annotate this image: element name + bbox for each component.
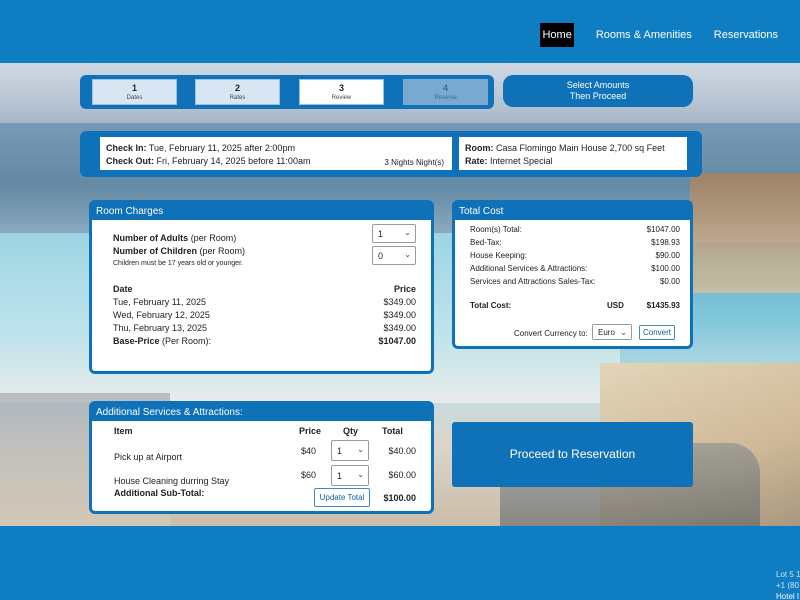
- charge-row-date: Thu, February 13, 2025: [113, 323, 208, 333]
- cost-row: Bed-Tax: $198.93: [470, 238, 680, 247]
- footer: Lot 5 1 +1 (80 Hotel I: [0, 526, 800, 600]
- cost-row: Additional Services & Attractions: $100.0…: [470, 264, 680, 273]
- additional-services-panel: Additional Services & Attractions: Item …: [89, 401, 434, 514]
- total-cost-row: Total Cost: USD $1435.93: [470, 301, 680, 310]
- footer-contact: Lot 5 1 +1 (80 Hotel I: [776, 570, 800, 600]
- update-total-button[interactable]: Update Total: [314, 488, 370, 507]
- cost-row: Room(s) Total: $1047.00: [470, 225, 680, 234]
- step-dates[interactable]: 1 Dates: [92, 79, 177, 105]
- step-review[interactable]: 3 Review: [299, 79, 384, 105]
- top-bar: Home Rooms & Amenities Reservations: [0, 0, 800, 63]
- chevron-down-icon: ⌄: [357, 445, 364, 454]
- nav-home[interactable]: Home: [540, 23, 574, 47]
- service-price: $60: [301, 470, 317, 480]
- stay-dates-box: Check In: Tue, February 11, 2025 after 2…: [100, 137, 452, 170]
- total-cost-panel: Total Cost Room(s) Total: $1047.00 Bed-Ta…: [452, 200, 693, 349]
- stay-summary: Check In: Tue, February 11, 2025 after 2…: [80, 131, 702, 177]
- services-title: Additional Services & Attractions:: [92, 404, 431, 421]
- base-price-value: $1047.00: [378, 336, 416, 346]
- room-rate-box: Room: Casa Flomingo Main House 2,700 sq …: [459, 137, 687, 170]
- currency-select[interactable]: Euro ⌄: [592, 324, 632, 340]
- select-amounts-hint: Select Amounts Then Proceed: [503, 75, 693, 107]
- service-total: $60.00: [388, 470, 416, 480]
- convert-button[interactable]: Convert: [639, 325, 675, 340]
- room-charges-title: Room Charges: [92, 203, 431, 220]
- progress-steps: 1 Dates 2 Rates 3 Review 4 Reserve: [80, 75, 494, 109]
- total-cost-title: Total Cost: [455, 203, 690, 220]
- step-rates[interactable]: 2 Rates: [195, 79, 280, 105]
- charge-row-price: $349.00: [383, 323, 416, 333]
- charge-row-date: Tue, February 11, 2025: [113, 297, 207, 307]
- qty-select[interactable]: 1 ⌄: [331, 465, 369, 486]
- rate-value: Internet Special: [490, 156, 553, 166]
- main-nav: Home Rooms & Amenities Reservations: [540, 23, 800, 47]
- children-select[interactable]: 0 ⌄: [372, 246, 416, 265]
- charge-row-date: Wed, February 12, 2025: [113, 310, 210, 320]
- qty-select[interactable]: 1 ⌄: [331, 440, 369, 461]
- service-price: $40: [301, 446, 317, 456]
- room-value: Casa Flomingo Main House 2,700 sq Feet: [496, 143, 665, 153]
- adults-select[interactable]: 1 ⌄: [372, 224, 416, 243]
- service-total: $40.00: [388, 446, 416, 456]
- chevron-down-icon: ⌄: [620, 328, 627, 337]
- step-reserve: 4 Reserve: [403, 79, 488, 105]
- check-in-value: Tue, February 11, 2025 after 2:00pm: [148, 143, 295, 153]
- service-item: Pick up at Airport: [114, 452, 183, 462]
- proceed-to-reservation-button[interactable]: Proceed to Reservation: [452, 422, 693, 487]
- room-charges-panel: Room Charges Number of Adults (per Room)…: [89, 200, 434, 374]
- charge-row-price: $349.00: [383, 297, 416, 307]
- chevron-down-icon: ⌄: [357, 470, 364, 479]
- nav-reservations[interactable]: Reservations: [714, 23, 778, 47]
- service-item: House Cleaning durring Stay: [114, 476, 230, 486]
- chevron-down-icon: ⌄: [404, 228, 411, 237]
- services-subtotal-value: $100.00: [383, 493, 416, 503]
- total-cost-value: $1435.93: [646, 301, 680, 310]
- cost-row: Services and Attractions Sales-Tax: $0.00: [470, 277, 680, 286]
- nav-rooms-amenities[interactable]: Rooms & Amenities: [596, 23, 692, 47]
- check-out-value: Fri, February 14, 2025 before 11:00am: [156, 156, 311, 166]
- children-note: Children must be 17 years old or younger…: [113, 260, 243, 267]
- cost-row: House Keeping: $90.00: [470, 251, 680, 260]
- charge-row-price: $349.00: [383, 310, 416, 320]
- chevron-down-icon: ⌄: [404, 250, 411, 259]
- nights-count: 3 Nights Night(s): [384, 158, 444, 167]
